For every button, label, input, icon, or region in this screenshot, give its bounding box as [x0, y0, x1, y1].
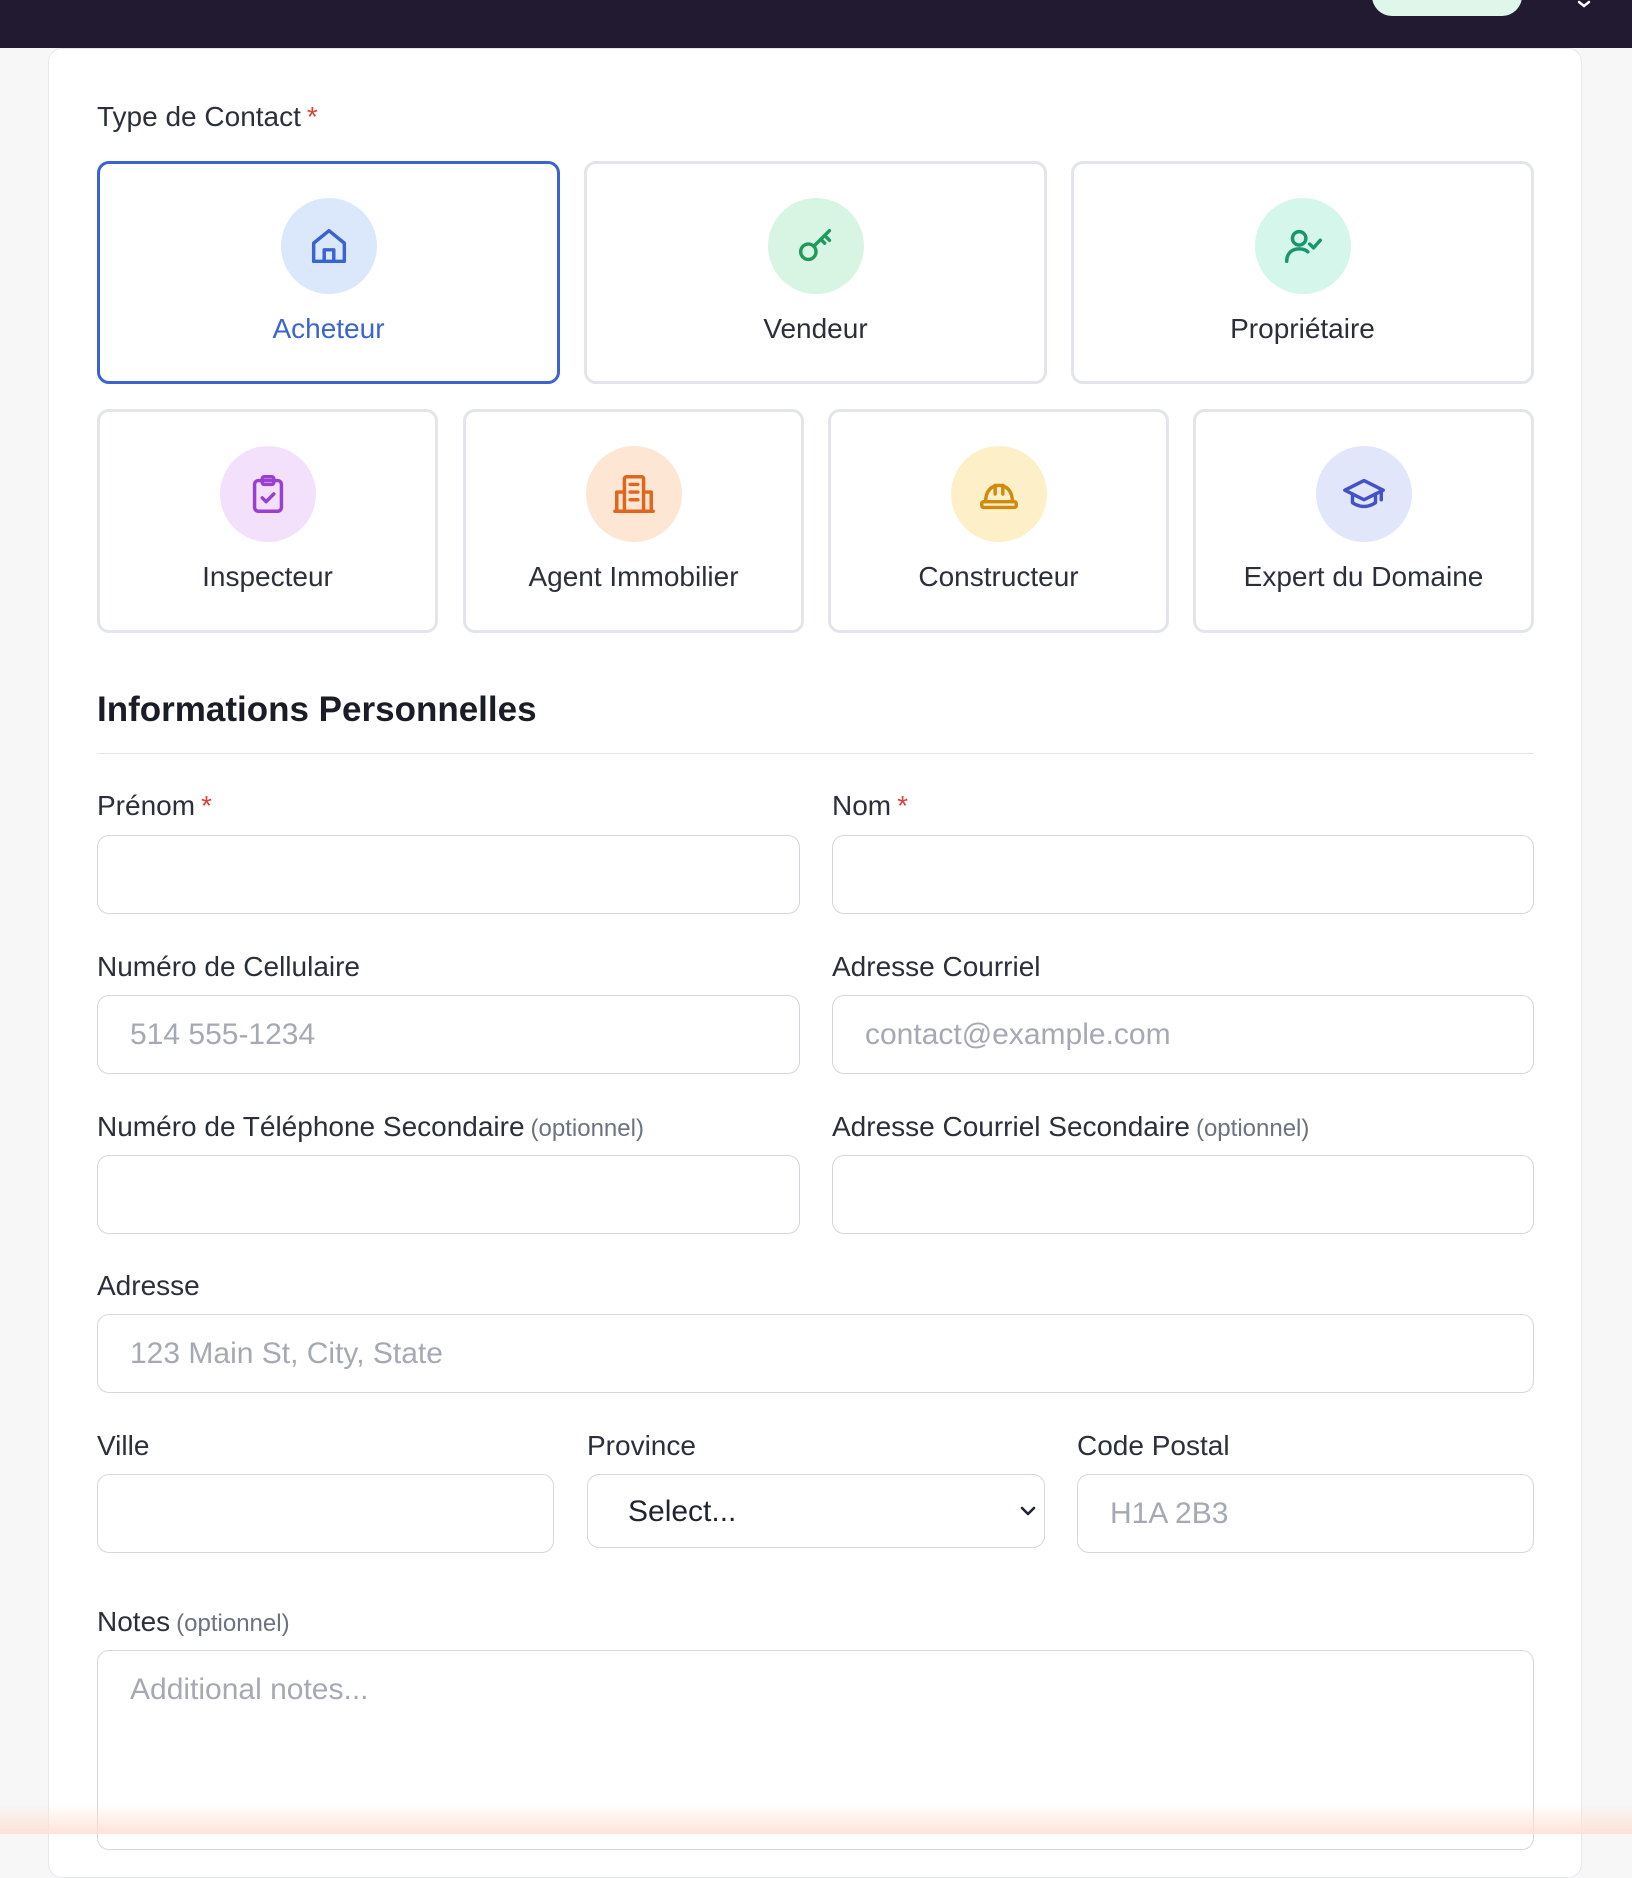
contact-type-label-text: Propriétaire — [1230, 313, 1375, 344]
province-select[interactable]: Select... — [587, 1474, 1045, 1548]
city-input[interactable] — [97, 1474, 554, 1553]
contact-type-agent-immobilier[interactable]: Agent Immobilier — [463, 409, 804, 633]
contact-type-expert-du-domaine[interactable]: Expert du Domaine — [1193, 409, 1534, 633]
building-icon — [612, 475, 655, 513]
secondary-phone-label: Numéro de Téléphone Secondaire (optionnel… — [97, 1111, 644, 1142]
notes-label: Notes (optionnel) — [97, 1606, 290, 1637]
type-icon-circle — [585, 446, 682, 542]
type-icon-circle — [950, 446, 1047, 542]
clipboard-check-icon — [252, 475, 283, 513]
contact-type-label-text: Constructeur — [918, 561, 1079, 592]
contact-type-label-text: Vendeur — [763, 313, 868, 344]
top-app-bar — [0, 0, 1632, 48]
type-icon-circle — [1254, 198, 1351, 294]
address-label: Adresse — [97, 1270, 200, 1301]
contact-type-constructeur[interactable]: Constructeur — [828, 409, 1169, 633]
postal-code-input[interactable] — [1077, 1474, 1534, 1553]
chevron-down-icon[interactable] — [1576, 0, 1592, 16]
secondary-phone-input[interactable] — [97, 1155, 800, 1234]
city-label: Ville — [97, 1430, 150, 1461]
last-name-input[interactable] — [832, 835, 1534, 914]
contact-type-proprietaire[interactable]: Propriétaire — [1071, 161, 1534, 384]
contact-type-vendeur[interactable]: Vendeur — [584, 161, 1047, 384]
section-title: Informations Personnelles — [97, 690, 537, 729]
type-icon-circle — [1315, 446, 1412, 542]
key-icon — [798, 228, 831, 262]
type-icon-circle — [280, 198, 377, 294]
first-name-label: Prénom * — [97, 790, 212, 821]
user-check-icon — [1284, 229, 1322, 264]
topbar-action-button[interactable] — [1372, 0, 1522, 16]
cell-phone-input[interactable] — [97, 995, 800, 1074]
type-icon-circle — [767, 198, 864, 294]
home-icon — [311, 228, 346, 264]
contact-type-label-text: Inspecteur — [202, 561, 333, 592]
contact-type-acheteur[interactable]: Acheteur — [97, 161, 560, 384]
secondary-email-label: Adresse Courriel Secondaire (optionnel) — [832, 1111, 1310, 1142]
hard-hat-icon — [979, 483, 1018, 510]
contact-type-label-text: Agent Immobilier — [528, 561, 739, 592]
section-divider — [97, 753, 1534, 754]
contact-type-inspecteur[interactable]: Inspecteur — [97, 409, 438, 633]
address-input[interactable] — [97, 1314, 1534, 1393]
last-name-label: Nom * — [832, 790, 909, 821]
email-label: Adresse Courriel — [832, 951, 1041, 982]
notes-textarea[interactable] — [97, 1650, 1534, 1850]
email-input[interactable] — [832, 995, 1534, 1074]
contact-type-label-text: Expert du Domaine — [1243, 561, 1484, 592]
contact-type-label: Type de Contact * — [97, 101, 318, 132]
secondary-email-input[interactable] — [832, 1155, 1534, 1234]
cell-phone-label: Numéro de Cellulaire — [97, 951, 361, 982]
type-icon-circle — [219, 446, 316, 542]
contact-type-label-text: Acheteur — [272, 313, 385, 344]
postal-code-label: Code Postal — [1077, 1430, 1230, 1461]
graduation-cap-icon — [1342, 478, 1385, 509]
first-name-input[interactable] — [97, 835, 800, 914]
province-label: Province — [587, 1430, 696, 1461]
